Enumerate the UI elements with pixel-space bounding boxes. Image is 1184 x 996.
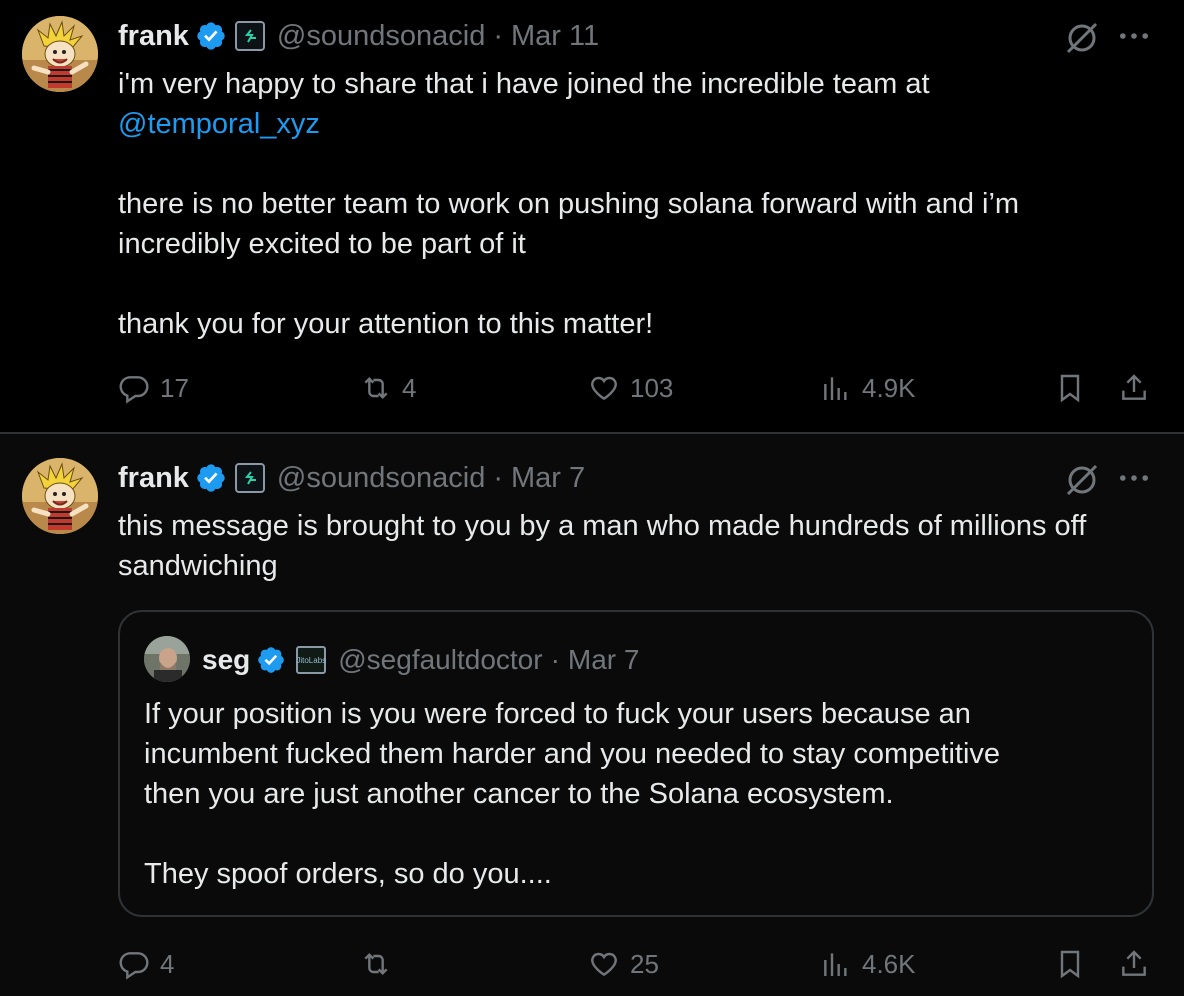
share-icon	[1122, 950, 1146, 976]
tweet-actions: 17 4 103 4.9K	[118, 368, 1158, 408]
separator: ·	[493, 19, 504, 52]
repost-button[interactable]	[360, 944, 402, 984]
affiliate-badge-icon[interactable]	[234, 21, 265, 51]
share-button[interactable]	[1118, 944, 1150, 984]
tweet-text: i'm very happy to share that i have join…	[118, 64, 1158, 344]
quoted-header: seg JitoLabs @segfaultdoctor · Mar 7	[202, 640, 639, 680]
reply-count: 4	[160, 948, 175, 979]
reply-count: 17	[160, 372, 189, 403]
quoted-author-name[interactable]: seg	[202, 644, 250, 676]
like-icon	[591, 952, 617, 977]
affiliate-badge-icon[interactable]	[234, 463, 265, 493]
repost-count: 4	[402, 372, 417, 403]
quoted-tweet-text: If your position is you were forced to f…	[144, 698, 1001, 890]
bookmark-button[interactable]	[1054, 368, 1086, 408]
tweet-date[interactable]: Mar 11	[511, 20, 599, 53]
quoted-tweet[interactable]: seg JitoLabs @segfaultdoctor · Mar 7 If …	[118, 610, 1154, 917]
tweet-text: this message is brought to you by a man …	[118, 510, 1087, 582]
views-button[interactable]: 4.6K	[820, 944, 916, 984]
verified-badge-icon[interactable]	[195, 462, 227, 494]
separator: ·	[493, 461, 504, 494]
quoted-author-handle[interactable]: @segfaultdoctor	[338, 644, 542, 676]
views-icon	[824, 953, 847, 976]
views-count: 4.9K	[862, 372, 916, 403]
views-button[interactable]: 4.9K	[820, 368, 916, 408]
repost-icon	[364, 952, 388, 976]
share-button[interactable]	[1118, 368, 1150, 408]
quoted-tweet-date[interactable]: Mar 7	[568, 644, 640, 676]
verified-badge-icon[interactable]	[195, 20, 227, 52]
verified-badge-icon[interactable]	[256, 645, 286, 675]
tweet-header: frank @soundsonacid · Mar 7	[118, 458, 585, 498]
share-icon	[1122, 374, 1146, 400]
tweet-text-part: there is no better team to work on pushi…	[118, 188, 1020, 340]
tweet[interactable]: frank @soundsonacid · Mar 11 i'm very ha…	[0, 0, 1184, 432]
author-handle[interactable]: @soundsonacid	[277, 462, 485, 495]
views-count: 4.6K	[862, 948, 916, 979]
author-handle[interactable]: @soundsonacid	[277, 20, 485, 53]
avatar[interactable]	[22, 16, 98, 92]
author-name[interactable]: frank	[118, 20, 189, 53]
repost-icon	[364, 376, 388, 400]
tweet-actions: 4 25 4.6K	[118, 944, 1158, 984]
repost-button[interactable]: 4	[360, 368, 416, 408]
author-name[interactable]: frank	[118, 462, 189, 495]
more-icon[interactable]	[1114, 458, 1154, 498]
reply-icon	[119, 952, 149, 980]
avatar-image	[22, 16, 98, 92]
mention-link[interactable]: @temporal_xyz	[118, 108, 320, 140]
reply-button[interactable]: 4	[118, 944, 174, 984]
reply-icon	[119, 376, 149, 404]
like-button[interactable]: 103	[588, 368, 673, 408]
bookmark-icon	[1060, 374, 1080, 403]
like-button[interactable]: 25	[588, 944, 659, 984]
affiliate-badge-text: JitoLabs	[296, 655, 327, 665]
grok-icon[interactable]	[1062, 18, 1102, 58]
like-count: 103	[630, 372, 674, 403]
reply-button[interactable]: 17	[118, 368, 189, 408]
bookmark-icon	[1060, 950, 1080, 979]
bookmark-button[interactable]	[1054, 944, 1086, 984]
affiliate-badge-icon[interactable]: JitoLabs	[296, 646, 327, 674]
separator: ·	[550, 644, 560, 675]
like-count: 25	[630, 948, 659, 979]
like-icon	[591, 376, 617, 401]
avatar[interactable]	[22, 458, 98, 534]
views-icon	[824, 377, 847, 400]
more-icon[interactable]	[1114, 16, 1154, 56]
tweet-header: frank @soundsonacid · Mar 11	[118, 16, 599, 56]
grok-icon[interactable]	[1062, 460, 1102, 500]
tweet[interactable]: frank @soundsonacid · Mar 7 this message…	[0, 434, 1184, 996]
avatar-image	[22, 458, 98, 534]
quoted-avatar[interactable]	[144, 636, 190, 682]
tweet-date[interactable]: Mar 7	[511, 462, 585, 495]
tweet-text-part: i'm very happy to share that i have join…	[118, 68, 930, 100]
